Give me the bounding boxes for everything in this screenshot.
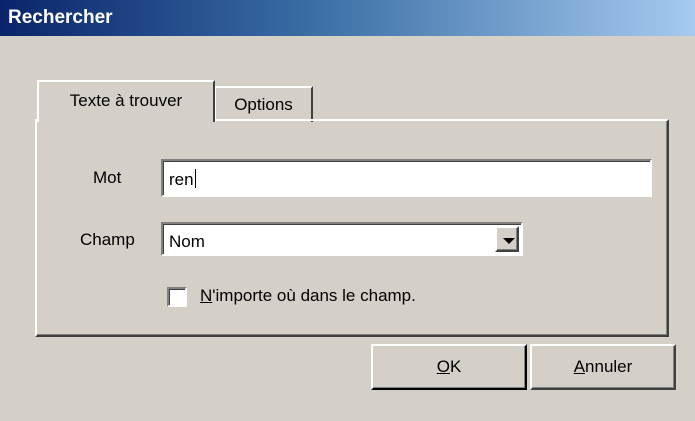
label-text: 'importe où dans le champ. <box>212 286 416 305</box>
champ-select[interactable]: Nom <box>161 222 523 256</box>
tab-texte-a-trouver[interactable]: Texte à trouver <box>37 80 215 122</box>
champ-select-value: Nom <box>169 232 205 251</box>
champ-label: Champ <box>80 230 135 249</box>
mot-label: Mot <box>93 168 122 187</box>
button-label: K <box>449 357 462 376</box>
accelerator-key: O <box>436 357 450 376</box>
chevron-down-icon <box>503 238 515 244</box>
accelerator-key: A <box>573 357 586 376</box>
anywhere-in-field-checkbox[interactable] <box>167 287 187 307</box>
dialog-title: Rechercher <box>8 7 113 28</box>
dialog-title-bar[interactable]: Rechercher <box>0 0 695 36</box>
tab-label: Texte à trouver <box>69 91 183 110</box>
tab-options[interactable]: Options <box>215 86 313 122</box>
button-label: nnuler <box>585 357 633 376</box>
accelerator-key: N <box>200 286 213 305</box>
cancel-button[interactable]: Annuler <box>530 344 676 390</box>
text-caret <box>194 169 196 188</box>
anywhere-in-field-label[interactable]: N'importe où dans le champ. <box>200 286 416 306</box>
ok-button[interactable]: OK <box>371 344 527 390</box>
mot-input[interactable]: ren <box>161 159 652 197</box>
dropdown-button[interactable] <box>495 226 519 252</box>
mot-input-value: ren <box>169 170 194 189</box>
tab-label: Options <box>234 95 293 114</box>
